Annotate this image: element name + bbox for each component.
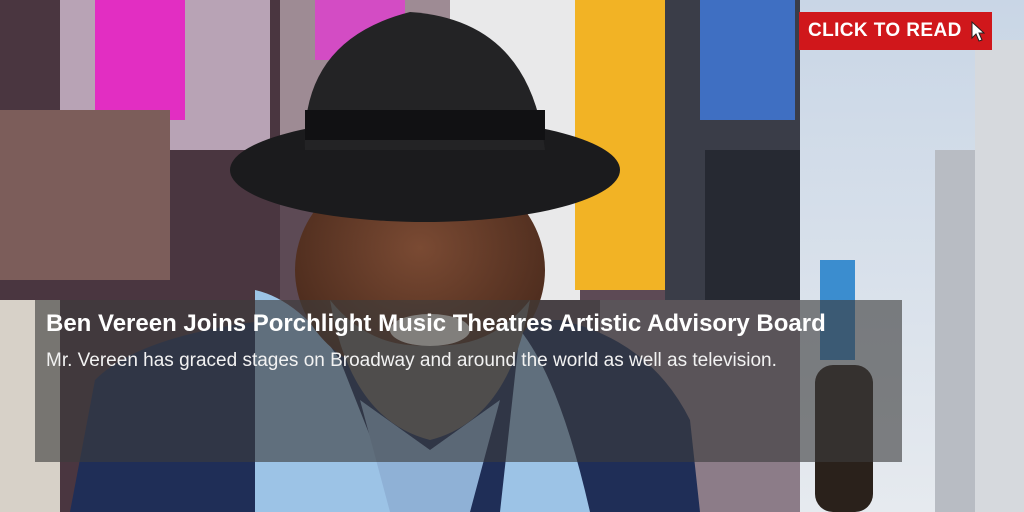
article-card[interactable]: CLICK TO READ Ben Vereen Joins Porchligh… [0,0,1024,512]
click-to-read-label: CLICK TO READ [808,20,962,41]
click-to-read-button[interactable]: CLICK TO READ [799,12,992,50]
article-description: Mr. Vereen has graced stages on Broadway… [46,350,777,371]
article-caption[interactable]: Ben Vereen Joins Porchlight Music Theatr… [35,300,902,462]
article-title: Ben Vereen Joins Porchlight Music Theatr… [46,310,826,337]
cursor-arrow-icon [971,21,985,42]
